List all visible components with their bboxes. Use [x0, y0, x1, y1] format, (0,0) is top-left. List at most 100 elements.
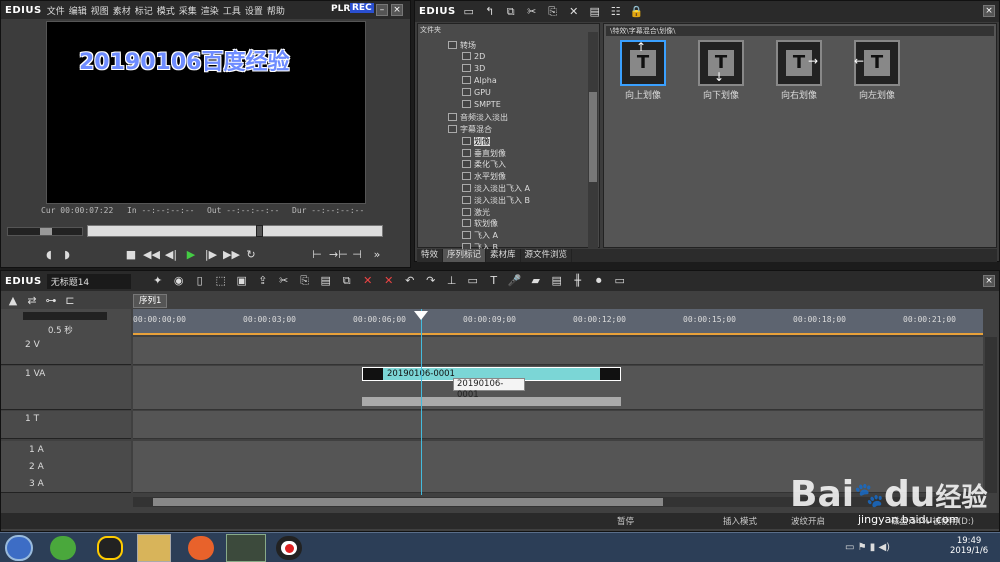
audio-clip-bar[interactable]: [362, 397, 621, 406]
firefox-icon[interactable]: [188, 536, 214, 560]
undo-icon[interactable]: ↶: [402, 273, 418, 289]
tree-item[interactable]: 3D: [462, 64, 485, 75]
view-mode-icon[interactable]: ☷: [608, 4, 624, 20]
zoom-level[interactable]: 0.5 秒: [48, 324, 73, 336]
export-icon[interactable]: ⇪: [255, 273, 271, 289]
mixer-icon[interactable]: ╫: [570, 273, 586, 289]
minimize-icon[interactable]: –: [376, 4, 388, 16]
menu-mode[interactable]: 模式: [157, 7, 175, 17]
menu-view[interactable]: 视图: [91, 7, 109, 17]
more-icon[interactable]: »: [369, 247, 385, 263]
rec-button[interactable]: REC: [350, 3, 374, 13]
qq-icon[interactable]: [97, 536, 123, 560]
position-slider[interactable]: [87, 225, 383, 237]
microphone-icon[interactable]: 🎤: [507, 273, 523, 289]
redo-icon[interactable]: ↷: [423, 273, 439, 289]
tab-effects[interactable]: 特效: [417, 249, 444, 262]
menu-file[interactable]: 文件: [47, 7, 65, 17]
effect-thumb-label[interactable]: 向左划像: [842, 88, 912, 101]
render-icon[interactable]: ▤: [549, 273, 565, 289]
tree-item[interactable]: 划像: [462, 136, 490, 147]
status-insert-mode[interactable]: 插入模式: [723, 515, 757, 527]
recorder-icon[interactable]: [276, 536, 302, 560]
cut-icon[interactable]: ✂: [524, 4, 540, 20]
mark-in-icon[interactable]: ◖: [41, 247, 57, 263]
properties-icon[interactable]: ▤: [587, 4, 603, 20]
clock[interactable]: 19:49 2019/1/6: [950, 536, 988, 556]
mark-out-icon[interactable]: ◗: [59, 247, 75, 263]
loop-icon[interactable]: ↻: [243, 247, 259, 263]
link-icon[interactable]: ⊶: [43, 293, 59, 309]
tree-item[interactable]: GPU: [462, 88, 491, 99]
up-folder-icon[interactable]: ↰: [482, 4, 498, 20]
tree-item[interactable]: 水平划像: [462, 171, 506, 182]
tree-item[interactable]: 柔化飞入: [462, 159, 506, 170]
set-marker-icon[interactable]: ⊥: [444, 273, 460, 289]
effect-thumb[interactable]: T ↓: [698, 40, 744, 86]
tree-item[interactable]: SMPTE: [462, 100, 501, 111]
track-header-1t[interactable]: 1 T: [1, 411, 131, 439]
menu-help[interactable]: 帮助: [267, 7, 285, 17]
play-icon[interactable]: ▶: [183, 247, 199, 263]
rewind-icon[interactable]: ◀◀: [143, 247, 160, 263]
track-lane-2v[interactable]: [133, 337, 983, 365]
delete-icon[interactable]: ✕: [566, 4, 582, 20]
ie-icon[interactable]: [50, 536, 76, 560]
start-button[interactable]: [5, 535, 33, 561]
tree-item[interactable]: 垂直划像: [462, 148, 506, 159]
safe-area-icon[interactable]: ⏺: [591, 273, 607, 289]
time-ruler[interactable]: 00:00:00;00 00:00:03;00 00:00:06;00 00:00:0…: [133, 309, 983, 335]
tree-item[interactable]: 淡入淡出飞入 A: [462, 183, 530, 194]
replace-clip-icon[interactable]: ⧉: [339, 273, 355, 289]
paste-icon[interactable]: ▤: [318, 273, 334, 289]
track-header-2v[interactable]: 2 V: [1, 337, 131, 365]
status-ripple[interactable]: 波纹开启: [791, 515, 825, 527]
tree-item[interactable]: 淡入淡出飞入 B: [462, 195, 530, 206]
plr-button[interactable]: PLR: [331, 4, 350, 14]
step-forward-icon[interactable]: |▶: [203, 247, 219, 263]
menu-marker[interactable]: 标记: [135, 7, 153, 17]
track-label-1a[interactable]: 1 A: [29, 445, 44, 455]
fast-forward-icon[interactable]: ▶▶: [223, 247, 240, 263]
group-icon[interactable]: ⊏: [62, 293, 78, 309]
menu-settings[interactable]: 设置: [245, 7, 263, 17]
position-handle[interactable]: [256, 225, 263, 237]
menu-tools[interactable]: 工具: [223, 7, 241, 17]
audio-mixer-icon[interactable]: ▰: [528, 273, 544, 289]
effect-thumb-label[interactable]: 向上划像: [608, 88, 678, 101]
ripple-delete-icon[interactable]: ✕: [381, 273, 397, 289]
tree-item[interactable]: Alpha: [462, 76, 497, 87]
layout-icon[interactable]: ▭: [612, 273, 628, 289]
playhead-marker-icon[interactable]: [414, 311, 428, 320]
effect-thumb[interactable]: T →: [776, 40, 822, 86]
tab-source-browser[interactable]: 源文件浏览: [521, 249, 573, 262]
tray-icons[interactable]: ▭ ⚑ ▮ ◀): [845, 542, 890, 553]
lock-icon[interactable]: 🔒: [629, 4, 645, 20]
effects-close-icon[interactable]: ×: [983, 5, 995, 17]
effect-thumb-label[interactable]: 向右划像: [764, 88, 834, 101]
tab-sequence-1[interactable]: 序列1: [133, 294, 168, 308]
tree-item[interactable]: 软划像: [462, 218, 498, 229]
insert-icon[interactable]: ⊢: [309, 247, 325, 263]
menu-capture[interactable]: 采集: [179, 7, 197, 17]
copy-clip-icon[interactable]: ⎘: [297, 273, 313, 289]
save-icon[interactable]: ▣: [234, 273, 250, 289]
track-height-icon[interactable]: ▲: [5, 293, 21, 309]
timeline-vscroll[interactable]: [985, 337, 997, 493]
track-header-1va[interactable]: 1 VA: [1, 366, 131, 410]
track-lane-1t[interactable]: [133, 411, 983, 439]
add-transition-icon[interactable]: ▭: [465, 273, 481, 289]
tab-sequence-markers[interactable]: 序列标记: [443, 249, 487, 262]
menu-render[interactable]: 渲染: [201, 7, 219, 17]
stop-icon[interactable]: ■: [123, 247, 139, 263]
folder-icon[interactable]: ▭: [461, 4, 477, 20]
track-label-2a[interactable]: 2 A: [29, 462, 44, 472]
step-back-icon[interactable]: ◀|: [163, 247, 179, 263]
edius-taskbar-icon[interactable]: [226, 534, 266, 562]
tree-scroll-thumb[interactable]: [589, 92, 597, 182]
new-project-icon[interactable]: ▯: [192, 273, 208, 289]
track-lane-1va[interactable]: 20190106-0001 20190106-0001: [133, 366, 983, 410]
explorer-icon[interactable]: [137, 534, 171, 562]
shuttle-slider[interactable]: [7, 227, 83, 236]
snapshot-icon[interactable]: ◉: [171, 273, 187, 289]
